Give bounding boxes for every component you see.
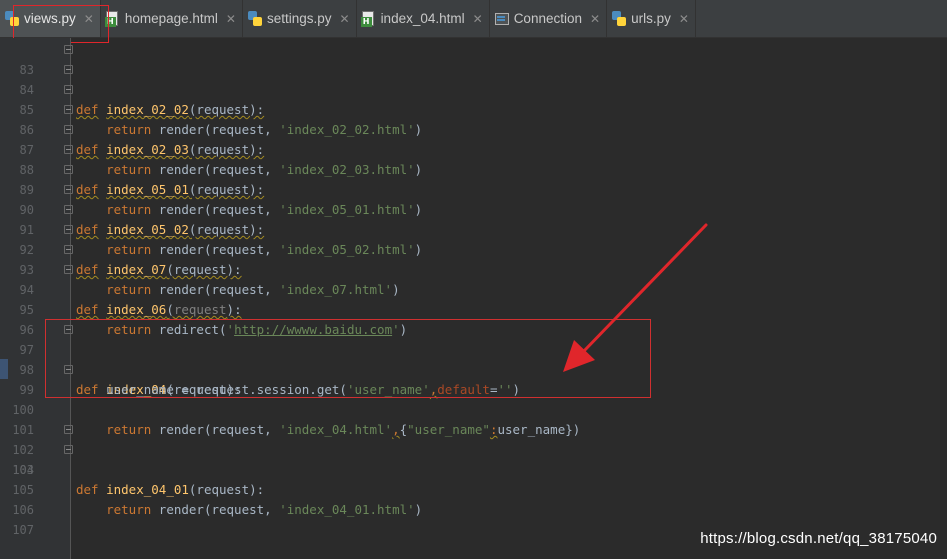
fold-icon[interactable] (64, 85, 73, 94)
code-line: 100 (0, 380, 947, 417)
tab-connection[interactable]: Connection ✕ (490, 0, 608, 37)
code-line: 98 user_name = request.session.get('user… (0, 340, 947, 397)
tab-index-04-html[interactable]: index_04.html ✕ (357, 0, 490, 37)
fold-icon[interactable] (64, 205, 73, 214)
code-line: 88 return render(request, 'index_05_01.h… (0, 140, 947, 217)
fold-icon[interactable] (64, 45, 73, 54)
line-number: 104 (12, 463, 34, 477)
code-line: 87 def index_05_01(request): (0, 120, 947, 197)
fold-icon[interactable] (64, 225, 73, 234)
close-icon[interactable]: ✕ (590, 12, 600, 26)
line-number: 107 (12, 523, 34, 537)
code-line: 86 return render(request, 'index_02_03.h… (0, 100, 947, 177)
close-icon[interactable]: ✕ (340, 12, 350, 26)
html-file-icon (360, 10, 377, 27)
code-line: 96 (0, 300, 947, 337)
tab-label: homepage.html (124, 11, 218, 26)
tab-urls-py[interactable]: urls.py ✕ (607, 0, 696, 37)
line-number: 105 (12, 483, 34, 497)
close-icon[interactable]: ✕ (473, 12, 483, 26)
code-line: 103 return render(request, 'index_04_01.… (0, 440, 947, 517)
fold-icon[interactable] (64, 365, 73, 374)
editor-tab-bar: views.py ✕ homepage.html ✕ settings.py ✕… (0, 0, 947, 38)
fold-icon[interactable] (64, 245, 73, 254)
tab-settings-py[interactable]: settings.py ✕ (243, 0, 357, 37)
tab-views-py[interactable]: views.py ✕ (0, 0, 101, 37)
code-line: 95 (0, 280, 947, 317)
close-icon[interactable]: ✕ (226, 12, 236, 26)
code-line: 102 def index_04_01(request): (0, 420, 947, 497)
code-line: 89 def index_05_02(request): (0, 160, 947, 237)
python-file-icon (611, 10, 627, 27)
python-file-icon (4, 10, 20, 27)
code-line: 93 def index_06(request): (0, 240, 947, 317)
code-line: 101 (0, 400, 947, 437)
code-editor[interactable]: 83 def index_02_02(request): 84 return r… (0, 40, 947, 540)
code-line: 97 def index_04(request): (0, 320, 947, 397)
tab-label: urls.py (631, 11, 671, 26)
code-line: 91 def index_07(request): (0, 200, 947, 277)
code-line: 106 (0, 500, 947, 520)
code-line: 90 return render(request, 'index_05_02.h… (0, 180, 947, 257)
fold-icon[interactable] (64, 325, 73, 334)
python-file-icon (247, 10, 263, 27)
close-icon[interactable]: ✕ (679, 12, 689, 26)
watermark-text: https://blog.csdn.net/qq_38175040 (700, 530, 937, 547)
code-line: 104 (0, 460, 947, 480)
code-line: 94 return redirect('http://wwww.baidu.co… (0, 260, 947, 337)
fold-icon[interactable] (64, 145, 73, 154)
tab-label: index_04.html (380, 11, 465, 26)
line-number: 106 (12, 503, 34, 517)
tab-label: settings.py (266, 11, 332, 26)
fold-icon[interactable] (64, 125, 73, 134)
close-icon[interactable]: ✕ (84, 12, 94, 26)
fold-icon[interactable] (64, 105, 73, 114)
connection-icon (494, 11, 510, 27)
fold-icon[interactable] (64, 65, 73, 74)
code-line: 92 return render(request, 'index_07.html… (0, 220, 947, 297)
fold-icon[interactable] (64, 165, 73, 174)
fold-icon[interactable] (64, 185, 73, 194)
tab-label: Connection (513, 11, 582, 26)
tab-label: views.py (24, 11, 76, 26)
code-line: 83 def index_02_02(request): (0, 40, 947, 117)
code-line: 85 def index_02_03(request): (0, 80, 947, 157)
fold-icon[interactable] (64, 425, 73, 434)
tab-homepage-html[interactable]: homepage.html ✕ (101, 0, 243, 37)
code-line: 99 return render(request, 'index_04.html… (0, 360, 947, 437)
html-file-icon (104, 10, 121, 27)
code-line: 84 return render(request, 'index_02_02.h… (0, 60, 947, 137)
fold-icon[interactable] (64, 445, 73, 454)
code-line: 105 (0, 480, 947, 500)
fold-icon[interactable] (64, 265, 73, 274)
